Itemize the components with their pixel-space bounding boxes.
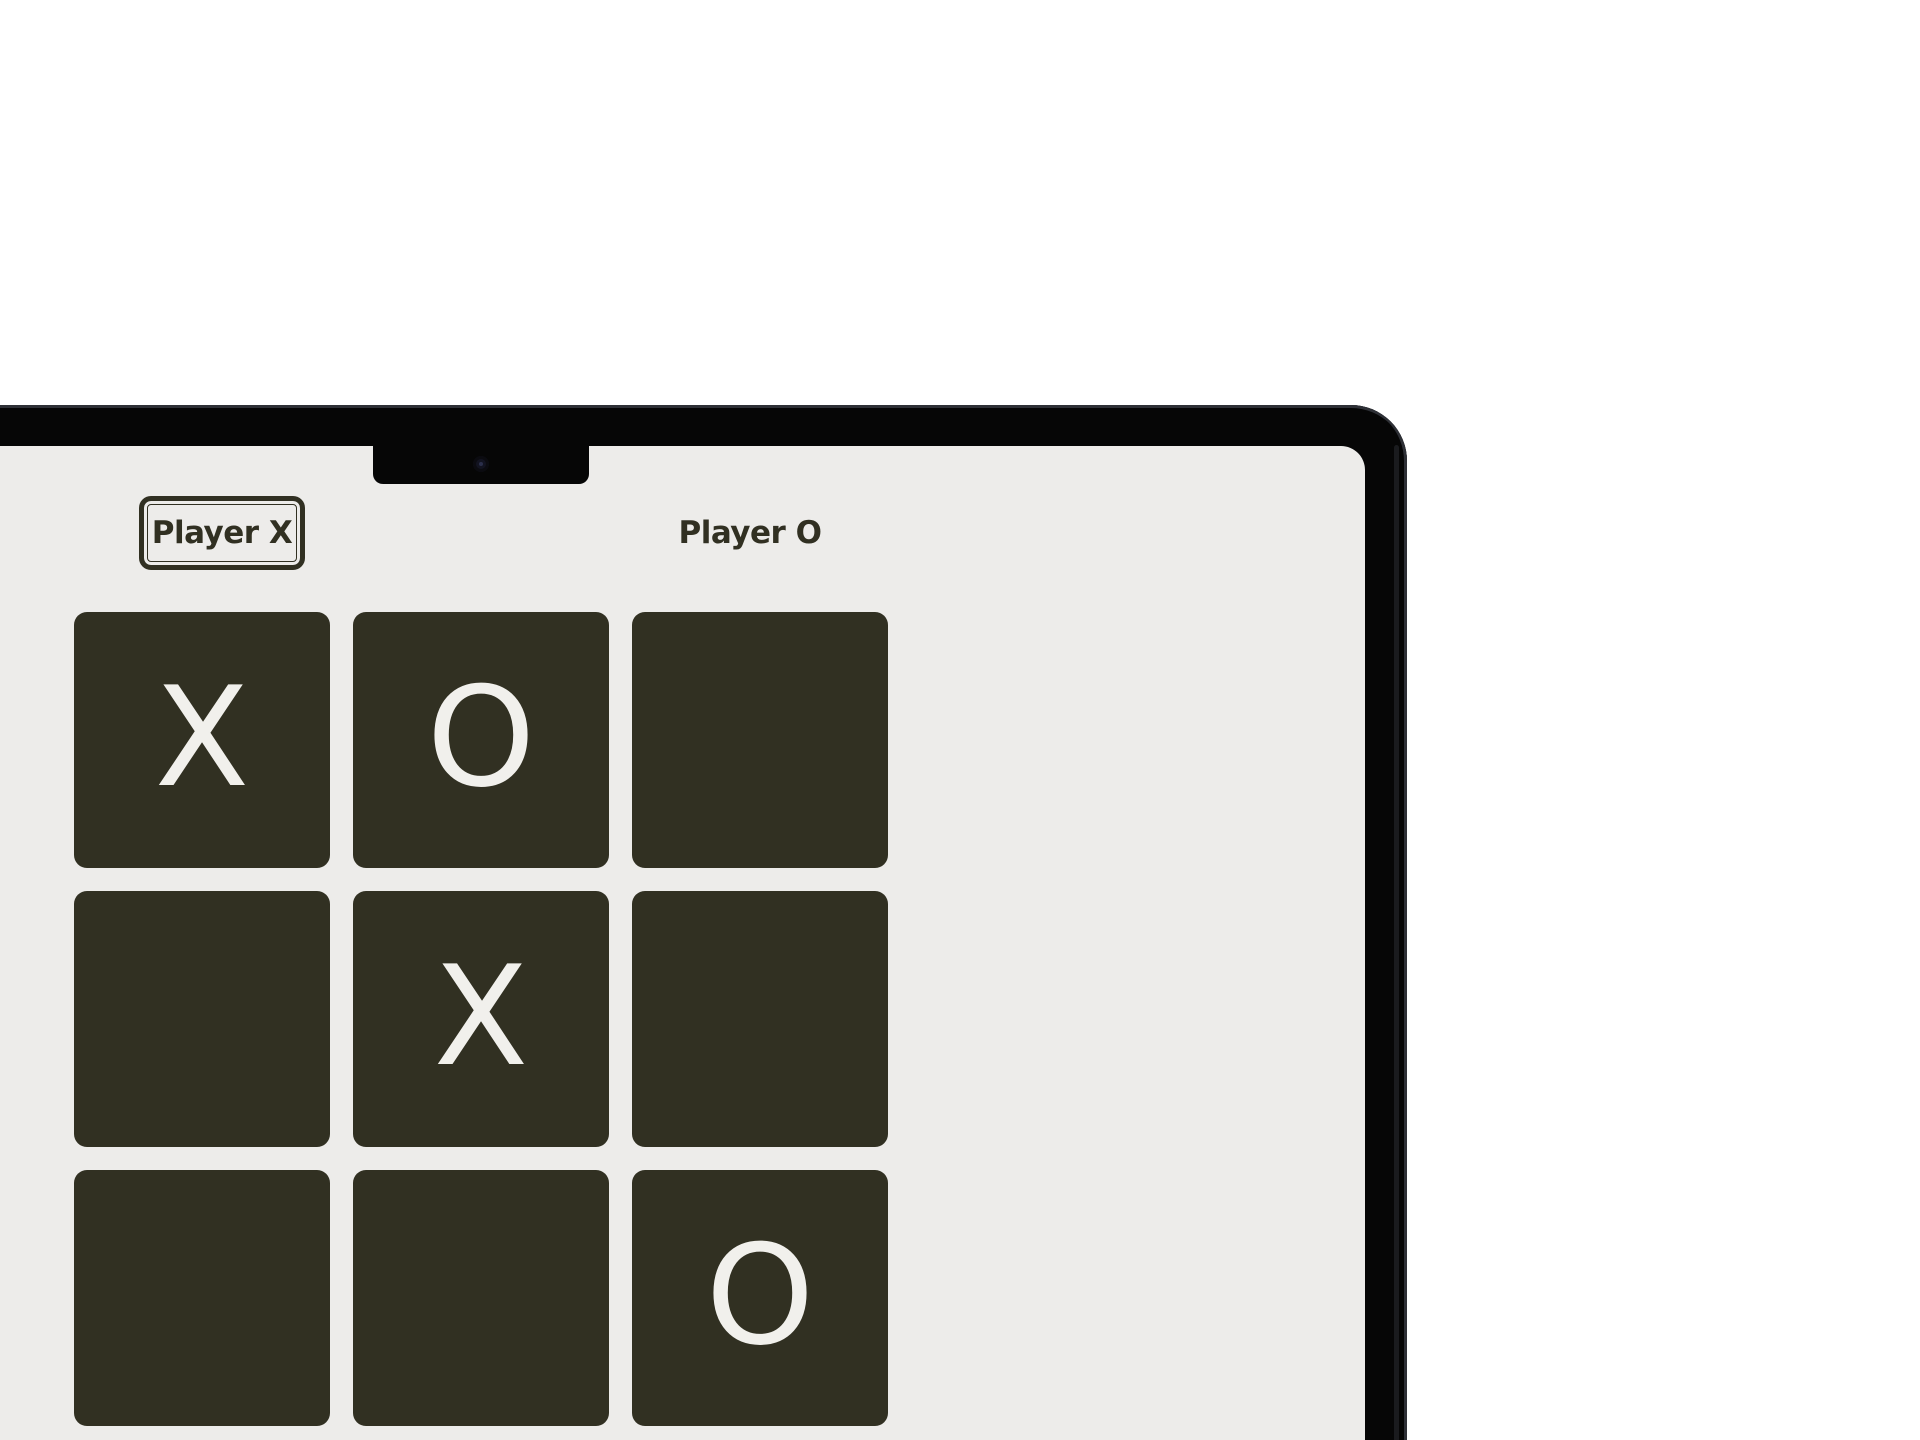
board-cell[interactable] [353, 1170, 609, 1426]
board-cell[interactable] [632, 612, 888, 868]
cell-mark: X [154, 657, 250, 818]
player-x-indicator[interactable]: Player X [139, 496, 305, 570]
cell-mark: X [433, 936, 529, 1097]
player-o-indicator[interactable]: Player O [660, 496, 840, 570]
player-o-label: Player O [678, 515, 822, 551]
board-cell[interactable]: O [632, 1170, 888, 1426]
cell-mark: O [705, 1215, 815, 1376]
board-cell[interactable] [74, 1170, 330, 1426]
cell-mark: O [426, 657, 536, 818]
board-cell[interactable] [632, 891, 888, 1147]
board-cell[interactable]: X [353, 891, 609, 1147]
board-cell[interactable]: O [353, 612, 609, 868]
game-screen: Player X Player O X O X O [0, 446, 1365, 1440]
camera-notch [373, 446, 589, 484]
game-board: X O X O [74, 612, 888, 1426]
board-cell[interactable] [74, 891, 330, 1147]
player-x-label: Player X [151, 515, 293, 551]
camera-icon [473, 456, 489, 472]
board-cell[interactable]: X [74, 612, 330, 868]
